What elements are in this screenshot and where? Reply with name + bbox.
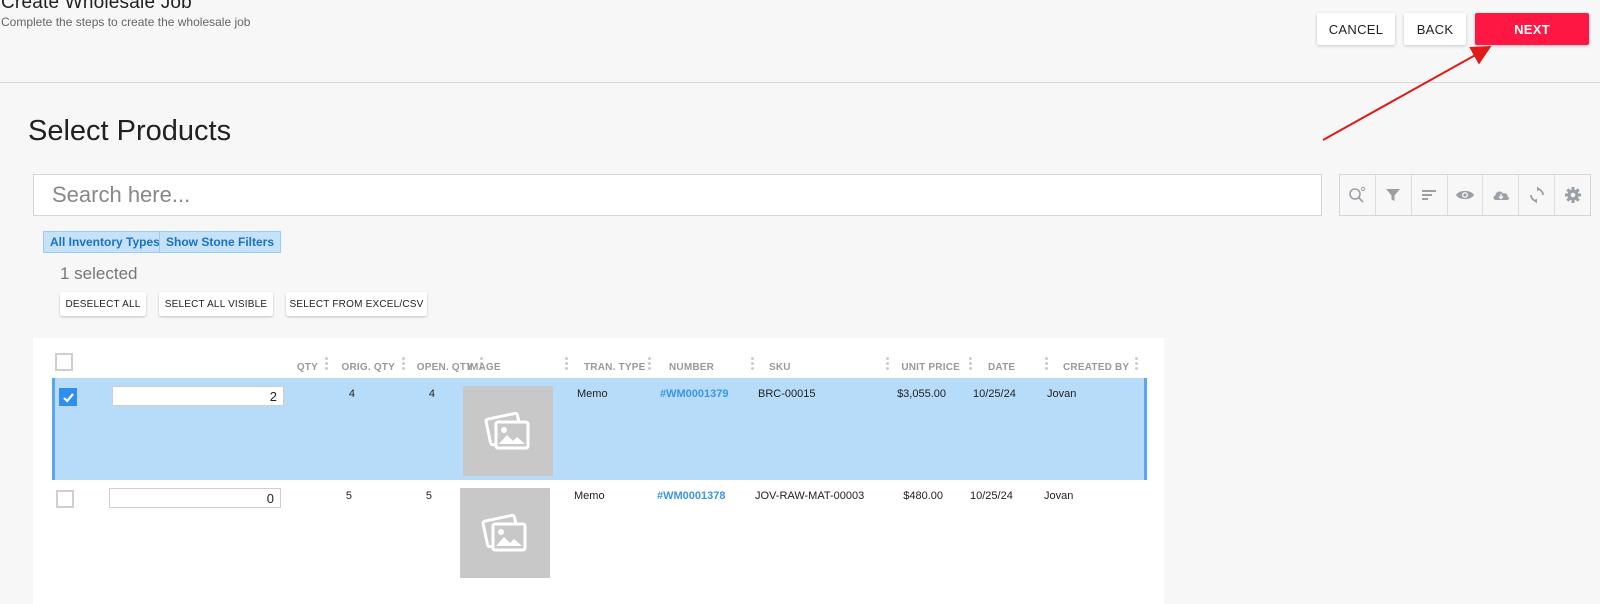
- row-checkbox[interactable]: [59, 388, 77, 406]
- cloud-download-icon[interactable]: [1483, 175, 1520, 215]
- column-menu-icon[interactable]: [969, 357, 972, 373]
- cancel-button[interactable]: CANCEL: [1317, 13, 1395, 45]
- deselect-all-button[interactable]: DESELECT ALL: [60, 292, 146, 316]
- unit-price-cell: $480.00: [903, 490, 943, 502]
- all-inventory-types-chip[interactable]: All Inventory Types: [43, 231, 167, 253]
- product-image-placeholder[interactable]: [460, 488, 550, 578]
- column-header-sku[interactable]: SKU: [769, 362, 791, 373]
- selected-count: 1 selected: [60, 264, 138, 283]
- refresh-icon[interactable]: [1519, 175, 1556, 215]
- search-input[interactable]: [33, 174, 1322, 216]
- product-image-placeholder[interactable]: [463, 386, 553, 476]
- column-menu-icon[interactable]: [565, 357, 568, 373]
- column-header-orig-qty[interactable]: ORIG. QTY: [323, 362, 395, 373]
- sku-cell: BRC-00015: [758, 388, 816, 400]
- grid-toolbar: [1339, 174, 1591, 216]
- select-from-excel-button[interactable]: SELECT FROM EXCEL/CSV: [286, 292, 427, 316]
- column-header-unit-price[interactable]: UNIT PRICE: [883, 362, 960, 373]
- filter-icon[interactable]: [1376, 175, 1412, 215]
- open-qty-cell: 4: [428, 388, 435, 400]
- column-header-number[interactable]: NUMBER: [669, 362, 714, 373]
- column-menu-icon[interactable]: [648, 357, 651, 373]
- search-options-icon[interactable]: [1340, 175, 1376, 215]
- unit-price-cell: $3,055.00: [897, 388, 946, 400]
- show-stone-filters-chip[interactable]: Show Stone Filters: [159, 231, 282, 253]
- section-title: Select Products: [28, 115, 232, 147]
- next-button[interactable]: NEXT: [1475, 13, 1589, 45]
- table-row[interactable]: 5 5 Memo #WM0001378 JOV-RAW-MAT-00003 $4…: [52, 480, 1147, 582]
- column-header-date[interactable]: DATE: [988, 362, 1015, 373]
- number-link[interactable]: #WM0001378: [657, 490, 726, 502]
- qty-input[interactable]: [112, 386, 284, 406]
- image-placeholder-icon: [484, 411, 530, 450]
- tran-type-cell: Memo: [577, 388, 608, 400]
- qty-input[interactable]: [109, 488, 281, 508]
- orig-qty-cell: 5: [345, 490, 352, 502]
- products-table: QTY ORIG. QTY OPEN. QTY IMAGE TRAN. TYPE…: [33, 338, 1164, 604]
- column-menu-icon[interactable]: [1045, 357, 1048, 373]
- select-all-visible-button[interactable]: SELECT ALL VISIBLE: [159, 292, 273, 316]
- created-by-cell: Jovan: [1044, 490, 1074, 502]
- tran-type-cell: Memo: [574, 490, 605, 502]
- sort-icon[interactable]: [1412, 175, 1448, 215]
- select-all-checkbox[interactable]: [55, 353, 73, 371]
- created-by-cell: Jovan: [1047, 388, 1077, 400]
- back-button[interactable]: BACK: [1404, 13, 1466, 45]
- header-divider: [0, 82, 1600, 83]
- column-header-tran-type[interactable]: TRAN. TYPE: [584, 362, 645, 373]
- table-row[interactable]: 4 4 Memo #WM0001379 BRC-00015 $3,055.00 …: [52, 378, 1147, 480]
- sku-cell: JOV-RAW-MAT-00003: [755, 490, 865, 502]
- row-checkbox[interactable]: [56, 490, 74, 508]
- column-header-image[interactable]: IMAGE: [467, 362, 501, 373]
- column-menu-icon[interactable]: [1135, 357, 1138, 373]
- column-menu-icon[interactable]: [751, 357, 754, 373]
- number-link[interactable]: #WM0001379: [660, 388, 729, 400]
- date-cell: 10/25/24: [973, 388, 1016, 400]
- gear-icon[interactable]: [1555, 175, 1590, 215]
- orig-qty-cell: 4: [348, 388, 355, 400]
- check-icon: [62, 392, 74, 403]
- date-cell: 10/25/24: [970, 490, 1013, 502]
- eye-icon[interactable]: [1448, 175, 1484, 215]
- column-header-created-by[interactable]: CREATED BY: [1063, 362, 1129, 373]
- page-title: Create Wholesale Job: [1, 0, 192, 13]
- column-header-qty[interactable]: QTY: [263, 362, 318, 373]
- column-header-open-qty[interactable]: OPEN. QTY: [403, 362, 473, 373]
- page-subtitle: Complete the steps to create the wholesa…: [1, 15, 251, 29]
- open-qty-cell: 5: [425, 490, 432, 502]
- image-placeholder-icon: [481, 513, 527, 552]
